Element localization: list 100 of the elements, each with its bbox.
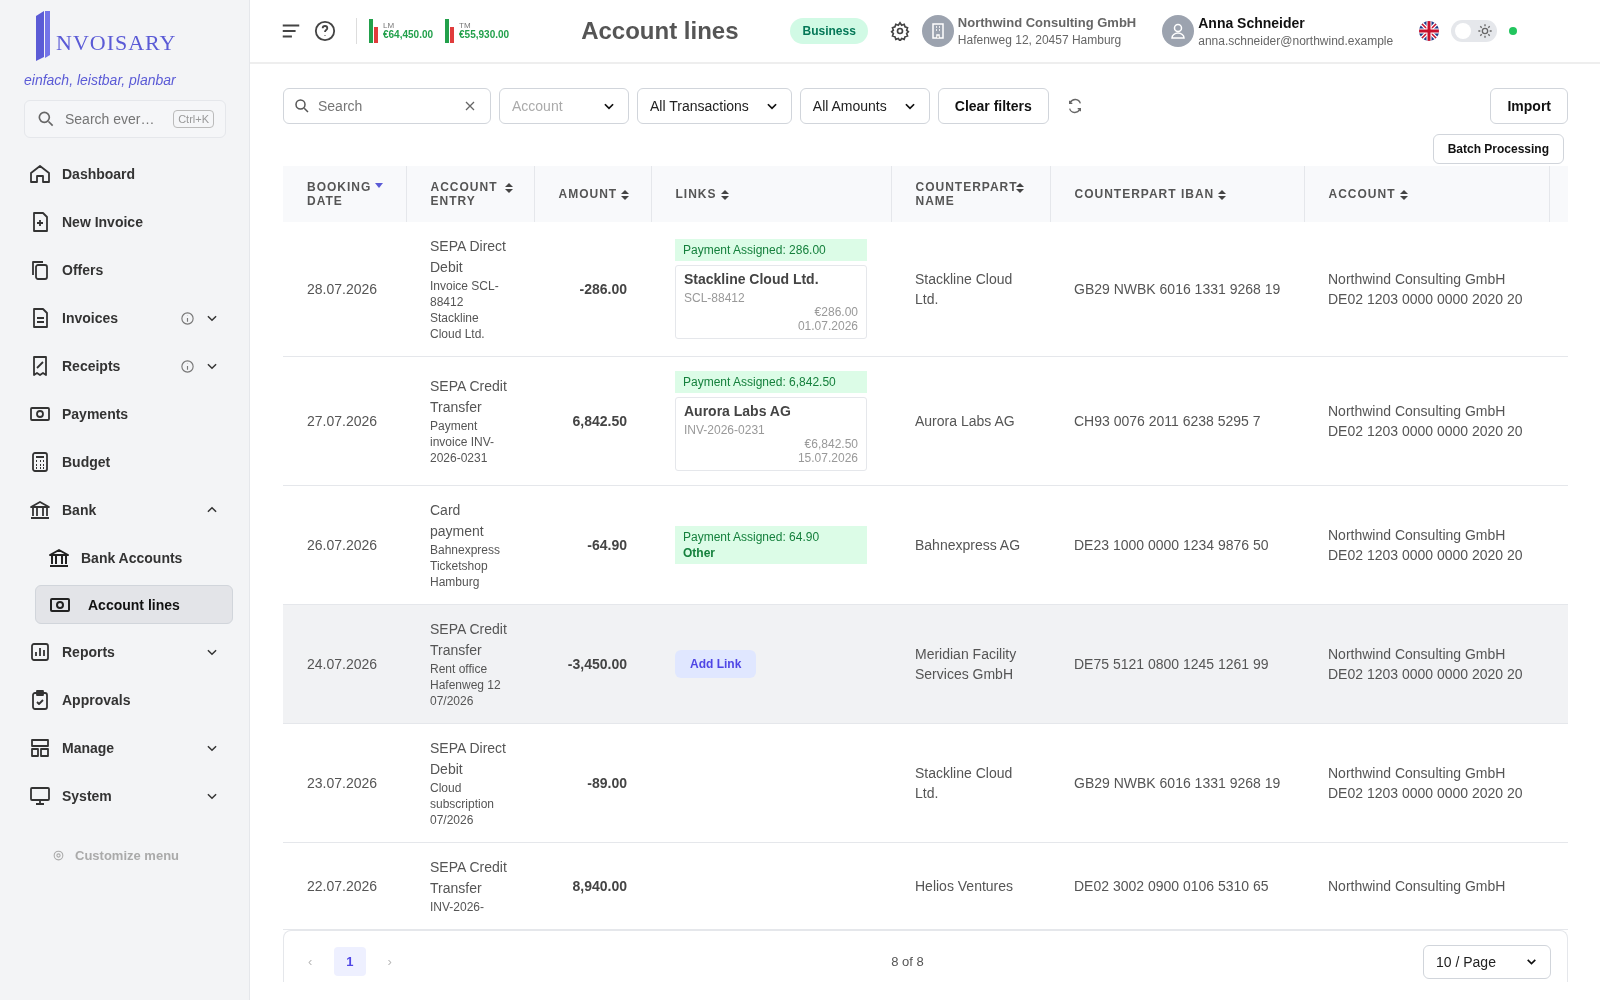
refresh-icon[interactable] [1066, 98, 1083, 114]
account-name: Northwind Consulting GmbH [1328, 764, 1507, 783]
counterpart-iban: CH93 0076 2011 6238 5295 7 [1074, 413, 1261, 429]
entry-detail: Invoice SCL-88412 Stackline Cloud Ltd. [430, 278, 500, 342]
booking-date: 23.07.2026 [307, 775, 378, 791]
monitor-icon [28, 784, 52, 808]
nav-item[interactable]: Manage [24, 724, 233, 772]
user-name: Anna Schneider [1198, 14, 1306, 31]
entry-type: SEPA Credit Transfer [430, 858, 508, 898]
account-name: Northwind Consulting GmbH [1328, 645, 1507, 664]
column-header[interactable]: ACCOUNT ENTRY [406, 166, 534, 222]
flag-icon[interactable] [1419, 21, 1440, 41]
counterpart-iban: DE23 1000 0000 1234 9876 50 [1074, 537, 1269, 553]
column-header[interactable]: ACCOUNT [1304, 166, 1549, 222]
entry-type: Card payment [430, 501, 485, 541]
nav-item[interactable]: Approvals [24, 676, 233, 724]
nav-item[interactable]: Reports [24, 628, 233, 676]
add-link-button[interactable]: Add Link [675, 650, 757, 678]
bar-indicator-icon [369, 19, 379, 43]
help-icon[interactable] [314, 20, 336, 42]
company-address: Hafenweg 12, 20457 Hamburg [957, 33, 1123, 47]
account-name: Northwind Consulting GmbH [1328, 877, 1507, 896]
entry-detail: INV-2026- [430, 899, 486, 915]
sort-icon[interactable] [1218, 190, 1227, 200]
logo-text: NVOISARY [56, 30, 177, 56]
entry-detail: Payment invoice INV-2026-0231 [430, 418, 496, 466]
nav-item[interactable]: Bank Accounts [35, 538, 233, 577]
filter-dropdown[interactable]: All Transactions [637, 88, 792, 124]
building-avatar-icon [921, 15, 954, 47]
amount: -286.00 [579, 281, 627, 297]
sort-icon[interactable] [1399, 190, 1408, 200]
import-button[interactable]: Import [1490, 88, 1568, 124]
linked-invoice-card[interactable]: Stackline Cloud Ltd. SCL-88412 €286.00 01.07.2026 [675, 265, 867, 339]
user-email: anna.schneider@northwind.example [1198, 33, 1394, 48]
column-header[interactable]: AMOUNT [534, 166, 651, 222]
settings-icon[interactable] [889, 21, 910, 41]
sort-descending-icon[interactable] [375, 183, 383, 189]
page-summary: 8 of 8 [891, 954, 924, 969]
sort-icon[interactable] [621, 190, 630, 200]
tagline: einfach, leistbar, planbar [24, 72, 177, 88]
page-button[interactable]: 1 [334, 947, 366, 976]
payment-assigned-badge: Payment Assigned: 6,842.50 [675, 371, 867, 393]
nav-item[interactable]: Dashboard [24, 150, 233, 198]
batch-processing-button[interactable]: Batch Processing [1432, 134, 1564, 164]
page-size-dropdown[interactable]: 10 / Page [1423, 944, 1551, 979]
stat-value: €64,450.00 [383, 30, 434, 40]
column-header[interactable]: COUNTERPART NAME [891, 166, 1050, 222]
sort-icon[interactable] [720, 190, 729, 200]
search-icon [293, 97, 311, 115]
search-icon [36, 109, 56, 129]
entry-detail: Rent office Hafenweg 12 07/2026 [430, 661, 502, 709]
stat-label: LM [383, 22, 396, 30]
table-row[interactable]: 24.07.2026 SEPA Credit Transfer Rent office Hafenweg 12 07/2026 -3,450.00 Add Link Meridian Facility Services GmbH DE75 5121 0800 1245 1261 99 Northwind Consulting GmbH DE02 1203 0000 0000 2020 20 [283, 604, 1568, 724]
table-row[interactable]: 26.07.2026 Card payment Bahnexpress Ticketshop Hamburg -64.90 Payment Assigned: 64.90 Other Bahnexpress AG DE23 1000 0000 1234 9876 50 Northwind Consulting GmbH DE02 1203 0000 0000 2020 20 [283, 485, 1568, 605]
counterpart-iban: GB29 NWBK 6016 1331 9268 19 [1074, 775, 1281, 791]
counterpart-name: Meridian Facility Services GmbH [915, 645, 1018, 684]
account-iban: DE02 1203 0000 0000 2020 20 [1328, 665, 1524, 684]
nav-item[interactable]: New Invoice [24, 198, 233, 246]
clear-filters-button[interactable]: Clear filters [937, 88, 1049, 124]
entry-type: SEPA Credit Transfer [430, 620, 508, 660]
booking-date: 26.07.2026 [307, 537, 378, 553]
company-name[interactable]: Northwind Consulting GmbH [957, 15, 1137, 30]
account-iban: DE02 1203 0000 0000 2020 20 [1328, 290, 1524, 309]
amount: -64.90 [587, 537, 627, 553]
nav-item[interactable]: Bank [24, 486, 233, 534]
payment-assigned-badge: Payment Assigned: 64.90 Other [675, 526, 867, 564]
clear-icon[interactable] [465, 101, 475, 111]
account-name: Northwind Consulting GmbH [1328, 526, 1507, 545]
linked-invoice-card[interactable]: Aurora Labs AG INV-2026-0231 €6,842.50 15.07.2026 [675, 397, 867, 471]
column-header[interactable]: COUNTERPART IBAN [1050, 166, 1304, 222]
nav-item[interactable]: Account lines [35, 585, 233, 624]
nav-item[interactable]: Budget [24, 438, 233, 486]
nav-item[interactable]: Invoices [24, 294, 233, 342]
account-name: Northwind Consulting GmbH [1328, 402, 1507, 421]
search-field[interactable]: Search [283, 88, 491, 124]
table-row[interactable]: 22.07.2026 SEPA Credit Transfer INV-2026- 8,940.00 Helios Ventures DE02 3002 0900 0106 5310 65 Northwind Consulting GmbH [283, 842, 1568, 930]
plan-badge: Business [790, 18, 868, 44]
sort-icon[interactable] [1015, 183, 1024, 193]
nav-item[interactable]: System [24, 772, 233, 820]
nav-item[interactable]: Receipts [24, 342, 233, 390]
filter-dropdown[interactable]: All Amounts [799, 88, 930, 124]
entry-detail: Cloud subscription 07/2026 [430, 780, 496, 828]
layout-icon [28, 736, 52, 760]
table-row[interactable]: 23.07.2026 SEPA Direct Debit Cloud subscription 07/2026 -89.00 Stackline Cloud Ltd. GB29 NWBK 6016 1331 9268 19 Northwind Consulting GmbH DE02 1203 0000 0000 2020 20 [283, 723, 1568, 843]
info-icon[interactable] [180, 310, 195, 326]
info-icon[interactable] [180, 358, 195, 374]
amount: -3,450.00 [567, 656, 627, 672]
nav-item[interactable]: Offers [24, 246, 233, 294]
payment-assigned-badge: Payment Assigned: 286.00 [675, 239, 867, 261]
account-iban: DE02 1203 0000 0000 2020 20 [1328, 546, 1524, 565]
theme-toggle[interactable] [1451, 20, 1498, 42]
column-header[interactable]: BOOKING DATE [283, 166, 406, 222]
counterpart-iban: DE02 3002 0900 0106 5310 65 [1074, 878, 1269, 894]
entry-type: SEPA Direct Debit [430, 237, 507, 277]
sort-icon[interactable] [504, 183, 513, 193]
column-header[interactable]: LINKS [651, 166, 891, 222]
stat-label: TM [459, 22, 472, 30]
nav-item[interactable]: Payments [24, 390, 233, 438]
entry-type: SEPA Direct Debit [430, 739, 507, 779]
account-name: Northwind Consulting GmbH [1328, 270, 1507, 289]
